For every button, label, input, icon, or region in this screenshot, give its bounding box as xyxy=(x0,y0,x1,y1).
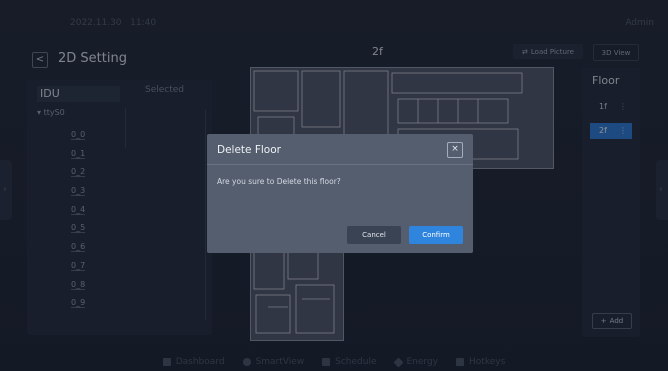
app-screen: 2022.11.30 11:40 Admin < 2D Setting 2f ⇄… xyxy=(0,0,668,371)
confirm-button[interactable]: Confirm xyxy=(409,226,463,244)
delete-floor-dialog: Delete Floor × Are you sure to Delete th… xyxy=(207,134,473,253)
cancel-button[interactable]: Cancel xyxy=(347,226,401,244)
close-icon[interactable]: × xyxy=(447,142,463,158)
dialog-divider xyxy=(207,164,473,165)
dialog-message: Are you sure to Delete this floor? xyxy=(217,177,341,186)
dialog-title: Delete Floor xyxy=(217,144,281,156)
